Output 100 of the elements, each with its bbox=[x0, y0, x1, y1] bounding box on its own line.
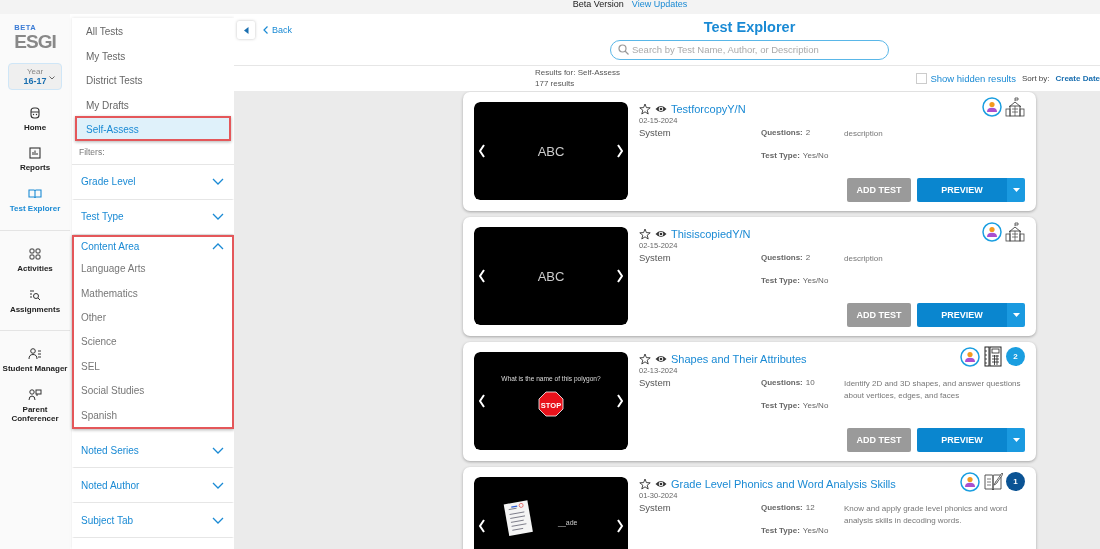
worksheet-drawing bbox=[503, 500, 533, 536]
student-avatar-icon bbox=[960, 346, 980, 367]
sort-label: Sort by: bbox=[1021, 74, 1050, 83]
add-test-button[interactable]: ADD TEST bbox=[847, 178, 911, 202]
add-test-button[interactable]: ADD TEST bbox=[847, 428, 911, 452]
filter-option[interactable]: Science bbox=[74, 329, 124, 355]
caret-icon bbox=[1012, 438, 1020, 442]
chevron-icon bbox=[212, 481, 224, 489]
test-description: description bbox=[844, 253, 884, 265]
triangle-icon bbox=[243, 26, 249, 34]
eye-icon[interactable] bbox=[655, 103, 667, 115]
star-icon[interactable] bbox=[639, 103, 651, 115]
sidebar-item[interactable]: District Tests bbox=[75, 67, 231, 92]
test-title-link[interactable]: ThisiscopiedY/N bbox=[671, 228, 751, 240]
questions-label: Questions: bbox=[761, 128, 803, 137]
sort-dropdown[interactable]: Create Date bbox=[1055, 74, 1100, 83]
year-dropdown[interactable]: Year 16-17 bbox=[8, 62, 62, 90]
beta-version-label: Beta Version bbox=[572, 0, 624, 11]
sidebar-item[interactable]: My Drafts bbox=[75, 91, 231, 116]
filter-option[interactable]: Language Arts bbox=[74, 256, 153, 281]
author-name: System bbox=[639, 502, 672, 515]
questions-count: 10 bbox=[805, 378, 815, 387]
author-name: System bbox=[639, 127, 672, 140]
chevron-icon bbox=[212, 243, 224, 250]
school-icon bbox=[1005, 221, 1025, 242]
questions-label: Questions: bbox=[761, 503, 803, 512]
test-title-link[interactable]: Shapes and Their Attributes bbox=[671, 353, 807, 365]
school-icon bbox=[1005, 96, 1025, 117]
test-type-value: Yes/No bbox=[802, 401, 829, 410]
chart-icon bbox=[28, 146, 42, 161]
filter-header[interactable]: Noted Author bbox=[74, 468, 232, 503]
sidebar-item[interactable]: Self-Assess bbox=[75, 116, 231, 141]
filter-header[interactable]: Grade Level bbox=[74, 164, 232, 199]
test-type-value: Yes/No bbox=[802, 526, 829, 535]
preview-button[interactable]: PREVIEW bbox=[917, 303, 1007, 327]
dropdown-button[interactable] bbox=[1007, 303, 1025, 327]
star-icon[interactable] bbox=[639, 478, 651, 490]
dropdown-button[interactable] bbox=[1007, 178, 1025, 202]
person-list-icon bbox=[28, 347, 42, 362]
slide-text: ABC bbox=[537, 144, 565, 159]
test-title-link[interactable]: Grade Level Phonics and Word Analysis Skills bbox=[671, 478, 896, 490]
view-updates-link[interactable]: View Updates bbox=[631, 0, 688, 14]
filter-header[interactable]: Noted Series bbox=[74, 433, 232, 468]
eye-icon[interactable] bbox=[655, 228, 667, 240]
back-link[interactable]: Back bbox=[263, 21, 292, 39]
count-badge: 2 bbox=[1006, 347, 1025, 366]
star-icon[interactable] bbox=[639, 353, 651, 365]
nav-item[interactable]: Home bbox=[0, 103, 70, 135]
nav-item[interactable]: Activities bbox=[0, 244, 70, 276]
sidebar-item[interactable]: My Tests bbox=[75, 42, 231, 67]
student-avatar-icon bbox=[982, 221, 1002, 242]
test-title-link[interactable]: TestforcopyY/N bbox=[671, 103, 746, 115]
search-field[interactable]: Search by Test Name, Author, or Description bbox=[610, 39, 889, 60]
chevron-icon bbox=[212, 178, 224, 185]
dropdown-button[interactable] bbox=[1007, 428, 1025, 452]
test-description: Identify 2D and 3D shapes, and answer questions about vertices, edges, and faces bbox=[844, 378, 1022, 402]
test-type-value: Yes/No bbox=[802, 151, 829, 160]
questions-count: 12 bbox=[805, 503, 815, 512]
eye-icon[interactable] bbox=[655, 478, 667, 490]
ruler-calculator-icon bbox=[983, 346, 1003, 367]
questions-label: Questions: bbox=[761, 378, 803, 387]
collapse-button[interactable] bbox=[237, 21, 255, 39]
preview-button[interactable]: PREVIEW bbox=[917, 428, 1007, 452]
nav-item[interactable]: Student Manager bbox=[0, 345, 70, 377]
test-type-value: Yes/No bbox=[802, 276, 829, 285]
caret-icon bbox=[1012, 313, 1020, 317]
filter-header[interactable]: Test Type bbox=[74, 199, 232, 234]
preview-button[interactable]: PREVIEW bbox=[917, 178, 1007, 202]
filter-option[interactable]: Mathematics bbox=[74, 280, 145, 306]
test-type-label: Test Type: bbox=[761, 401, 800, 410]
test-description: description bbox=[844, 128, 884, 140]
person-chat-icon bbox=[28, 388, 42, 403]
chevron-icon bbox=[212, 446, 224, 454]
filter-header[interactable]: Subject Tab bbox=[74, 503, 232, 538]
results-label: Results for: Self-Assess bbox=[535, 69, 620, 77]
chevron-icon bbox=[263, 26, 268, 34]
nav-item[interactable]: Test Explorer bbox=[0, 185, 70, 216]
caret-icon bbox=[1012, 188, 1020, 192]
eye-icon[interactable] bbox=[655, 353, 667, 365]
filter-option[interactable]: Spanish bbox=[74, 402, 125, 428]
filter-option[interactable]: Other bbox=[74, 305, 113, 330]
list-search-icon bbox=[28, 287, 42, 302]
caret-icon bbox=[49, 75, 55, 80]
student-avatar-icon bbox=[960, 471, 980, 492]
filter-option[interactable]: SEL bbox=[74, 354, 107, 379]
filter-option[interactable]: Social Studies bbox=[74, 378, 152, 403]
star-icon[interactable] bbox=[639, 228, 651, 240]
notebook-pencil-icon bbox=[983, 471, 1003, 492]
sidebar-item[interactable]: All Tests bbox=[75, 18, 231, 43]
filter-header[interactable]: Content Area bbox=[74, 236, 232, 257]
add-test-button[interactable]: ADD TEST bbox=[847, 303, 911, 327]
logo: ESGI bbox=[14, 31, 56, 51]
nav-item[interactable]: Parent Conferencer bbox=[0, 386, 70, 426]
nav-item[interactable]: Reports bbox=[0, 144, 70, 176]
nav-item[interactable]: Assignments bbox=[0, 285, 70, 317]
test-description: Know and apply grade level phonics and word analysis skills in decoding words. bbox=[844, 503, 1009, 527]
count-badge: 1 bbox=[1006, 472, 1025, 491]
show-hidden-checkbox[interactable]: Show hidden results bbox=[916, 73, 1016, 84]
questions-count: 2 bbox=[805, 253, 811, 262]
grid-icon bbox=[28, 246, 42, 261]
